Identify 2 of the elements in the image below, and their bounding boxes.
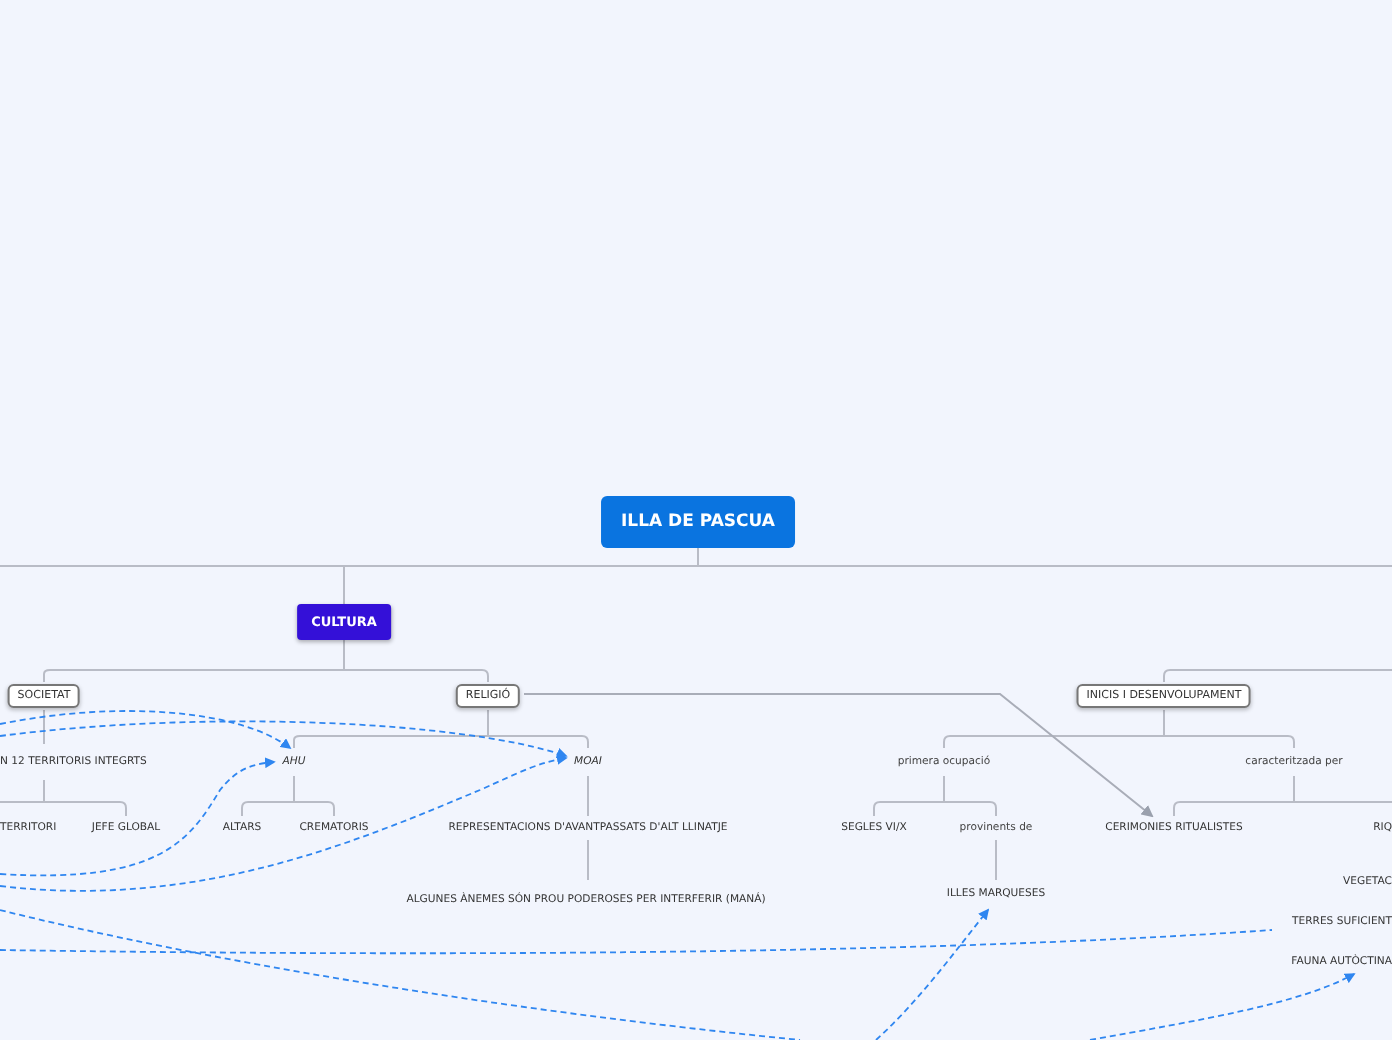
- relationship-arrow: [875, 908, 990, 1040]
- central-topic[interactable]: ILLA DE PASCUA: [601, 496, 795, 548]
